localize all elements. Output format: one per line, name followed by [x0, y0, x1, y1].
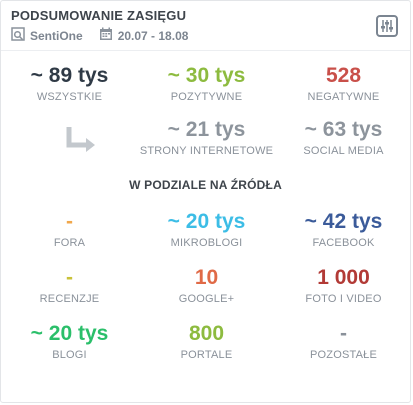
- source-label: POZOSTAŁE: [310, 349, 377, 361]
- source-google-plus: 10 GOOGLE+: [138, 266, 275, 305]
- source-label: FACEBOOK: [312, 237, 375, 249]
- source-label: MIKROBLOGI: [170, 237, 243, 249]
- source-value: -: [66, 210, 73, 233]
- source-label: FOTO I VIDEO: [305, 293, 382, 305]
- card-meta: SentiOne 20.07 - 18.08: [11, 27, 188, 44]
- source-value: -: [66, 266, 73, 289]
- stat-social: ~ 63 tys SOCIAL MEDIA: [275, 118, 412, 157]
- stat-positive-label: POZYTYWNE: [170, 91, 243, 103]
- card-header: PODSUMOWANIE ZASIĘGU SentiOne 20.07 - 18…: [1, 1, 410, 51]
- stat-negative-label: NEGATYWNE: [307, 91, 380, 103]
- arrow-down-right-icon: [66, 125, 98, 158]
- source-recenzje: - RECENZJE: [1, 266, 138, 305]
- source-label: RECENZJE: [39, 293, 100, 305]
- source-label: FORA: [53, 237, 86, 249]
- stat-positive-value: ~ 30 tys: [167, 64, 246, 87]
- source-value: -: [340, 322, 347, 345]
- source-name: SentiOne: [30, 28, 83, 43]
- calendar-icon: [99, 27, 113, 44]
- stat-all: ~ 89 tys WSZYSTKIE: [1, 64, 138, 103]
- stat-negative: 528 NEGATYWNE: [275, 64, 412, 103]
- stat-social-label: SOCIAL MEDIA: [303, 145, 384, 157]
- sliders-icon: [381, 20, 393, 32]
- source-value: ~ 20 tys: [167, 210, 246, 233]
- date-range: 20.07 - 18.08: [117, 28, 189, 43]
- sources-section-title: W PODZIALE NA ŹRÓDŁA: [129, 178, 282, 192]
- source-value: ~ 42 tys: [304, 210, 383, 233]
- stat-websites-value: ~ 21 tys: [167, 118, 246, 141]
- source-value: ~ 20 tys: [30, 322, 109, 345]
- stat-social-value: ~ 63 tys: [304, 118, 383, 141]
- source-label: GOOGLE+: [178, 293, 235, 305]
- stat-websites-label: STRONY INTERNETOWE: [139, 145, 274, 157]
- source-label: PORTALE: [180, 349, 233, 361]
- stat-all-value: ~ 89 tys: [30, 64, 109, 87]
- source-blogi: ~ 20 tys BLOGI: [1, 322, 138, 361]
- source-facebook: ~ 42 tys FACEBOOK: [275, 210, 412, 249]
- source-foto-video: 1 000 FOTO I VIDEO: [275, 266, 412, 305]
- source-mikroblogi: ~ 20 tys MIKROBLOGI: [138, 210, 275, 249]
- reach-summary-card: PODSUMOWANIE ZASIĘGU SentiOne 20.07 - 18…: [0, 0, 411, 403]
- source-value: 1 000: [317, 266, 370, 289]
- settings-button[interactable]: [376, 15, 398, 37]
- stat-websites: ~ 21 tys STRONY INTERNETOWE: [138, 118, 275, 157]
- source-value: 10: [194, 266, 219, 289]
- stat-positive: ~ 30 tys POZYTYWNE: [138, 64, 275, 103]
- source-label: BLOGI: [52, 349, 87, 361]
- stat-all-label: WSZYSTKIE: [36, 91, 103, 103]
- card-title: PODSUMOWANIE ZASIĘGU: [11, 8, 187, 23]
- sentione-icon: [11, 27, 25, 44]
- source-portale: 800 PORTALE: [138, 322, 275, 361]
- source-pozostale: - POZOSTAŁE: [275, 322, 412, 361]
- source-fora: - FORA: [1, 210, 138, 249]
- source-value: 800: [188, 322, 225, 345]
- stat-negative-value: 528: [325, 64, 362, 87]
